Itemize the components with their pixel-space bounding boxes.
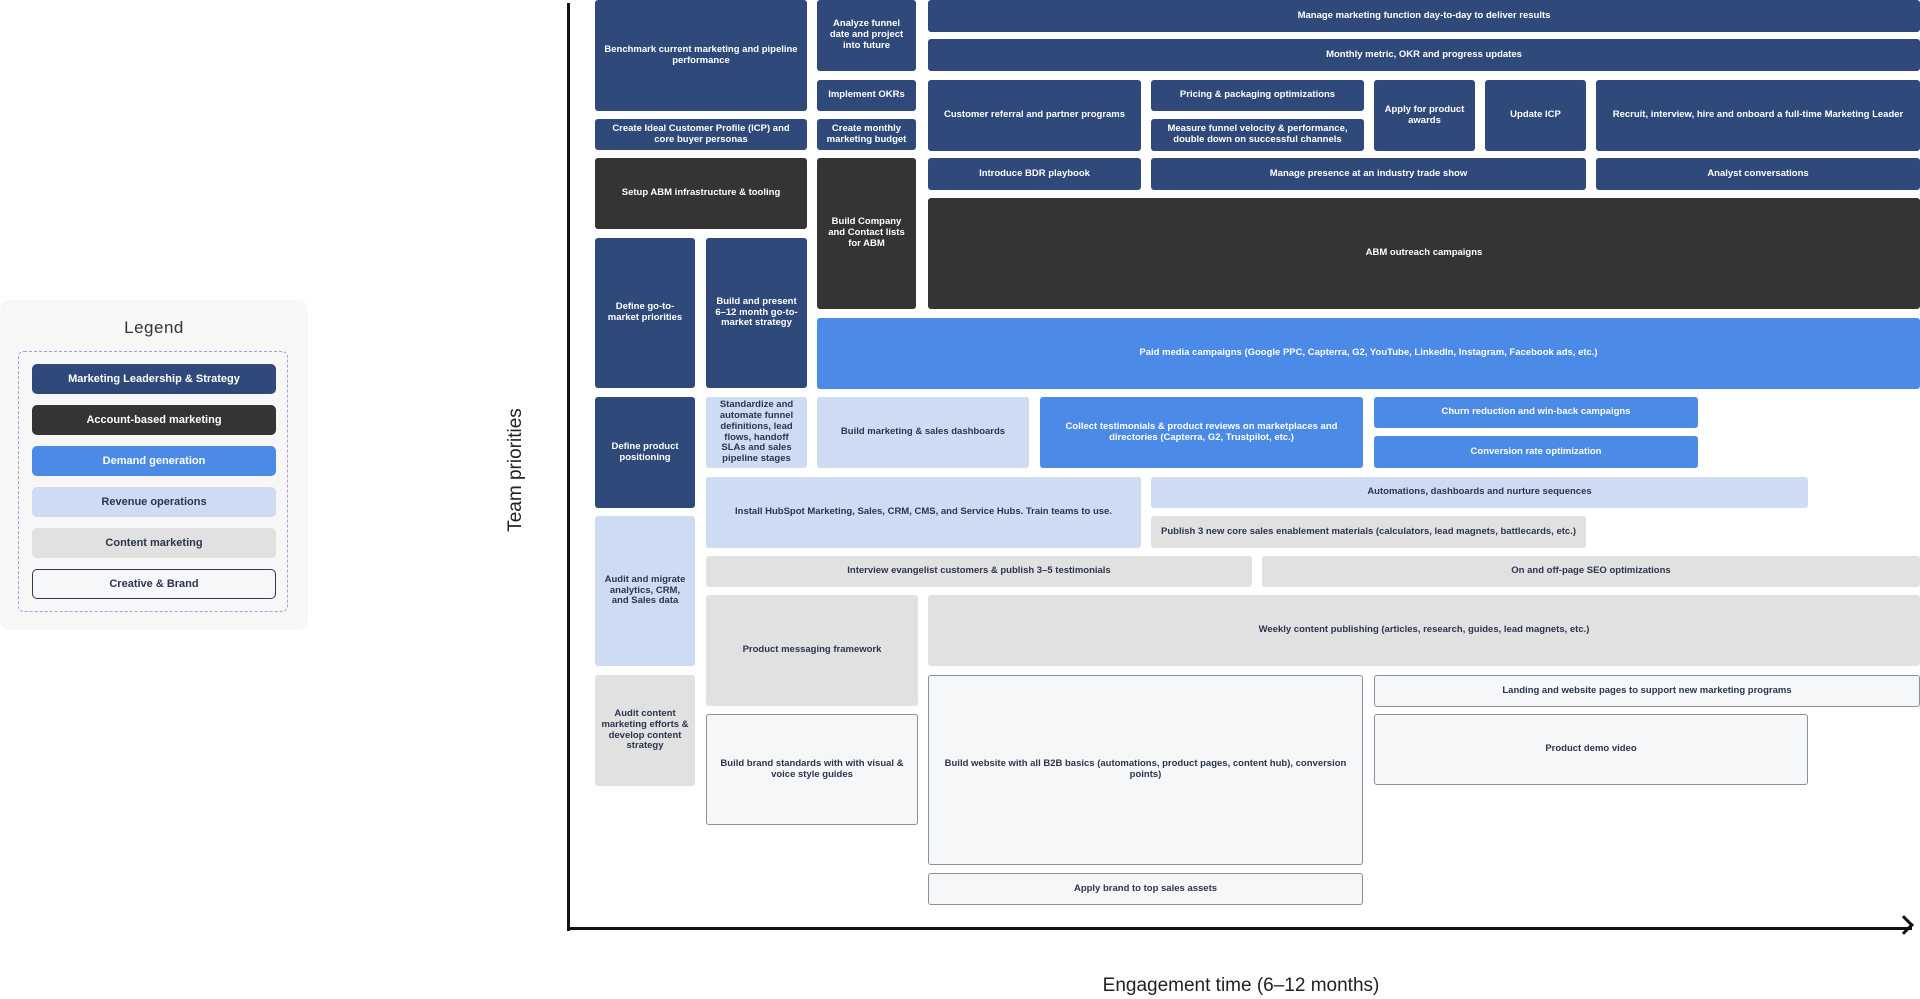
x-axis-line (567, 927, 1912, 930)
task-recruit-leader: Recruit, interview, hire and onboard a f… (1596, 80, 1920, 151)
task-build-lists: Build Company and Contact lists for ABM (817, 158, 916, 309)
legend-item-abm: Account-based marketing (32, 405, 276, 435)
task-analyst: Analyst conversations (1596, 158, 1920, 190)
legend-title: Legend (124, 318, 184, 337)
task-cro: Conversion rate optimization (1374, 436, 1698, 468)
task-interview-evangelists: Interview evangelist customers & publish… (706, 556, 1252, 587)
task-weekly-content: Weekly content publishing (articles, res… (928, 595, 1920, 666)
task-audit-content: Audit content marketing efforts & develo… (595, 675, 695, 786)
y-axis-line (567, 3, 570, 931)
legend-items-frame: Marketing Leadership & Strategy Account-… (18, 351, 288, 612)
task-landing-pages: Landing and website pages to support new… (1374, 675, 1920, 707)
legend-panel: Legend Marketing Leadership & Strategy A… (0, 300, 308, 630)
task-audit-migrate: Audit and migrate analytics, CRM, and Sa… (595, 516, 695, 666)
task-brand-standards: Build brand standards with with visual &… (706, 714, 918, 825)
task-dashboards: Build marketing & sales dashboards (817, 397, 1029, 468)
task-trade-show: Manage presence at an industry trade sho… (1151, 158, 1586, 190)
task-monthly-metric: Monthly metric, OKR and progress updates (928, 39, 1920, 71)
task-brand-sales-assets: Apply brand to top sales assets (928, 873, 1363, 905)
task-standardize-funnel: Standardize and automate funnel definiti… (706, 397, 807, 468)
task-hubspot: Install HubSpot Marketing, Sales, CRM, C… (706, 477, 1141, 548)
x-axis-arrow-icon (1894, 915, 1914, 935)
task-update-icp: Update ICP (1485, 80, 1586, 151)
task-automations: Automations, dashboards and nurture sequ… (1151, 477, 1808, 508)
task-manage-function: Manage marketing function day-to-day to … (928, 0, 1920, 32)
legend-item-creative-brand: Creative & Brand (32, 569, 276, 599)
legend-item-content-marketing: Content marketing (32, 528, 276, 558)
legend-item-demand-generation: Demand generation (32, 446, 276, 476)
task-demo-video: Product demo video (1374, 714, 1808, 785)
task-pricing: Pricing & packaging optimizations (1151, 80, 1364, 111)
task-positioning: Define product positioning (595, 397, 695, 508)
task-messaging: Product messaging framework (706, 595, 918, 706)
task-implement-okrs: Implement OKRs (817, 80, 916, 111)
task-enablement: Publish 3 new core sales enablement mate… (1151, 516, 1586, 548)
task-website: Build website with all B2B basics (autom… (928, 675, 1363, 865)
task-setup-abm: Setup ABM infrastructure & tooling (595, 158, 807, 229)
task-abm-outreach: ABM outreach campaigns (928, 198, 1920, 309)
task-paid-media: Paid media campaigns (Google PPC, Capter… (817, 318, 1920, 389)
task-bdr-playbook: Introduce BDR playbook (928, 158, 1141, 190)
task-apply-awards: Apply for product awards (1374, 80, 1475, 151)
task-gtm-strategy: Build and present 6–12 month go-to-marke… (706, 238, 807, 388)
task-measure-funnel: Measure funnel velocity & performance, d… (1151, 119, 1364, 151)
task-benchmark: Benchmark current marketing and pipeline… (595, 0, 807, 111)
y-axis-label: Team priorities (505, 408, 526, 532)
legend-item-leadership: Marketing Leadership & Strategy (32, 364, 276, 394)
task-seo: On and off-page SEO optimizations (1262, 556, 1920, 587)
task-gtm-priorities: Define go-to-market priorities (595, 238, 695, 388)
task-create-icp: Create Ideal Customer Profile (ICP) and … (595, 119, 807, 150)
task-testimonials-reviews: Collect testimonials & product reviews o… (1040, 397, 1363, 468)
task-analyze-funnel: Analyze funnel date and project into fut… (817, 0, 916, 71)
task-monthly-budget: Create monthly marketing budget (817, 119, 916, 150)
legend-item-revenue-operations: Revenue operations (32, 487, 276, 517)
x-axis-label: Engagement time (6–12 months) (1102, 975, 1380, 996)
task-customer-referral: Customer referral and partner programs (928, 80, 1141, 151)
task-churn: Churn reduction and win-back campaigns (1374, 397, 1698, 428)
